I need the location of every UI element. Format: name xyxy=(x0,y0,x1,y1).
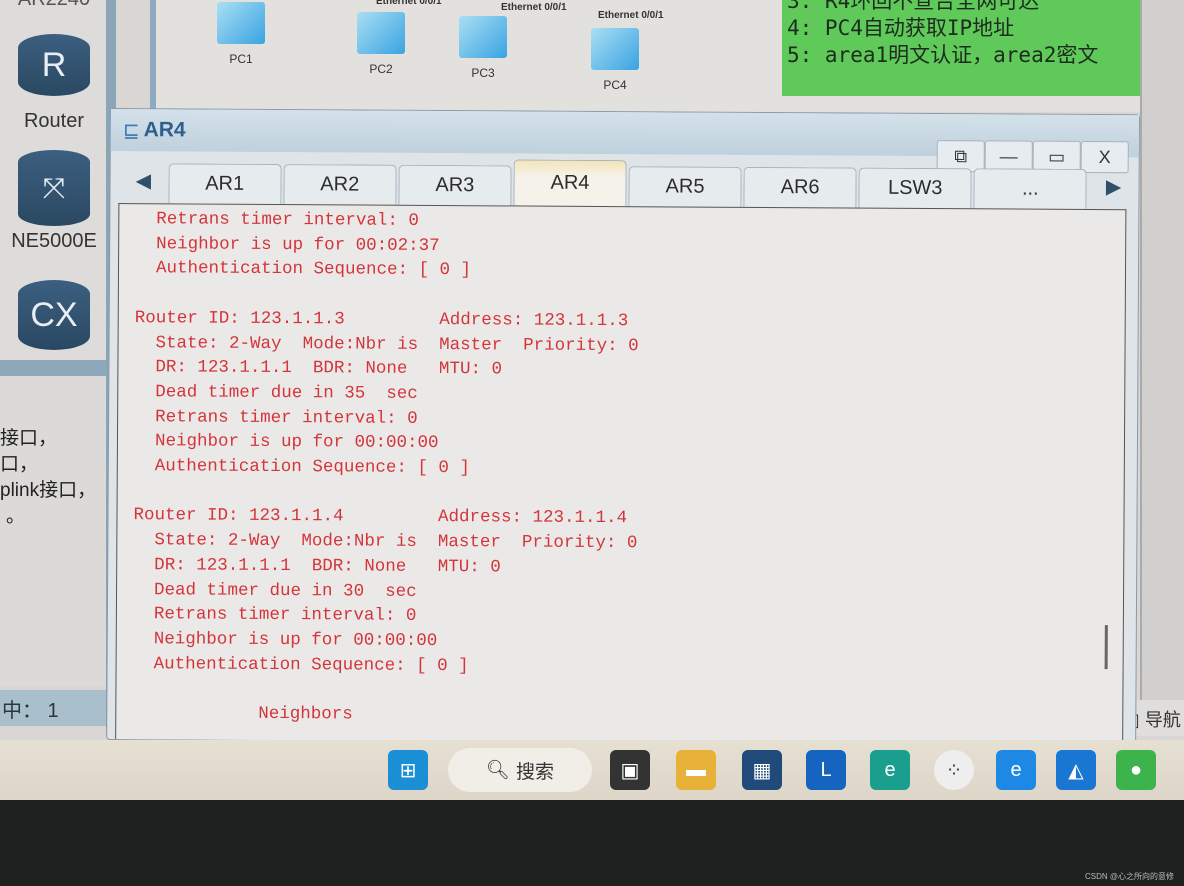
device-description: 接口， 口， plink接口， 。 xyxy=(0,376,108,686)
device-label: AR2240 xyxy=(18,0,90,10)
wechat-icon[interactable]: ● xyxy=(1116,750,1156,790)
pc-label: PC2 xyxy=(369,62,393,76)
pc3-node[interactable]: PC3 xyxy=(448,16,518,80)
right-panel xyxy=(1140,0,1184,730)
tab-ar3[interactable]: AR3 xyxy=(398,164,512,206)
ie-browser-icon[interactable]: e xyxy=(996,750,1036,790)
ar4-console-window: ⊑ AR4 ⧉ — ▭ X ◀ AR1 AR2 AR3 AR4 AR5 AR6 … xyxy=(106,108,1140,747)
pc1-node[interactable]: PC1 xyxy=(206,2,276,66)
pc-icon xyxy=(591,28,639,70)
console-output[interactable]: Retrans timer interval: 0 Neighbor is up… xyxy=(115,203,1127,746)
device-item-ne5000e[interactable]: ⤧ NE5000E xyxy=(0,150,108,253)
ne5000e-router-icon: ⤧ xyxy=(18,150,90,226)
cx-router-icon: CX xyxy=(18,280,90,350)
requirements-note[interactable]: 3: R4环回不宣告全网可达 4: PC4自动获取IP地址 5: area1明文… xyxy=(782,0,1142,96)
note-line: 4: PC4自动获取IP地址 xyxy=(787,16,1015,40)
file-explorer-icon[interactable]: ▬ xyxy=(676,750,716,790)
window-title: AR4 xyxy=(143,118,186,142)
tab-lsw3[interactable]: LSW3 xyxy=(858,167,972,209)
device-tabs: ◀ AR1 AR2 AR3 AR4 AR5 AR6 LSW3 ... ▶ xyxy=(110,153,1138,209)
edge-browser-icon[interactable]: e xyxy=(870,750,910,790)
lark-app-icon[interactable]: ◭ xyxy=(1056,750,1096,790)
device-palette: AR2240 R Router ⤧ NE5000E CX xyxy=(0,0,108,360)
pc4-node[interactable]: PC4 xyxy=(580,28,650,92)
console-scrollbar[interactable] xyxy=(1104,625,1108,670)
search-label: 搜索 xyxy=(516,761,555,783)
pc-icon xyxy=(357,12,405,54)
tab-scroll-left-icon[interactable]: ◀ xyxy=(118,157,168,203)
app-circle-icon[interactable]: ⁘ xyxy=(934,750,974,790)
description-line: plink接口， xyxy=(0,480,97,501)
device-label: Router xyxy=(23,110,85,132)
device-item-router[interactable]: R Router xyxy=(0,34,108,133)
tab-scroll-right-icon[interactable]: ▶ xyxy=(1089,163,1139,209)
windows-taskbar: 🔍︎ 搜索 ⊞ ▣ ▬ ▦ Le ⁘ e ◭ ● xyxy=(0,740,1184,800)
pc-label: PC3 xyxy=(471,66,495,80)
pc-label: PC4 xyxy=(603,78,627,92)
description-line: 口， xyxy=(0,454,39,475)
router-icon: R xyxy=(18,34,90,96)
description-line: 。 xyxy=(6,506,26,527)
pc-icon xyxy=(217,2,265,44)
router-console-icon: ⊑ xyxy=(122,119,140,142)
taskbar-search[interactable]: 🔍︎ 搜索 xyxy=(448,748,592,792)
pc2-node[interactable]: PC2 xyxy=(346,12,416,76)
console-line: Neighbors xyxy=(132,703,353,725)
microsoft-store-icon[interactable]: ▦ xyxy=(742,750,782,790)
selection-status: 中： 1 xyxy=(0,690,108,726)
nav-label: 导航 xyxy=(1144,710,1181,730)
tab-ar6[interactable]: AR6 xyxy=(743,166,857,208)
start-button-icon[interactable]: ⊞ xyxy=(388,750,428,790)
tab-ar1[interactable]: AR1 xyxy=(168,163,282,205)
description-line: 接口， xyxy=(0,428,58,449)
watermark: CSDN @心之所向的意修 xyxy=(1084,872,1174,881)
device-item-cx[interactable]: CX xyxy=(0,280,108,350)
search-icon: 🔍︎ xyxy=(485,760,511,781)
link-label: Ethernet 0/0/1 xyxy=(501,2,567,13)
device-item-ar2240[interactable]: AR2240 xyxy=(0,0,108,11)
screen: AR2240 R Router ⤧ NE5000E CX 接口， 口， plin… xyxy=(0,0,1184,800)
pc-label: PC1 xyxy=(229,52,253,66)
tab-ar4[interactable]: AR4 xyxy=(513,159,627,207)
note-line: 3: R4环回不宣告全网可达 xyxy=(787,0,1040,13)
tab-more[interactable]: ... xyxy=(973,168,1087,209)
device-label: NE5000E xyxy=(11,230,97,252)
note-line: 5: area1明文认证，area2密文 xyxy=(787,43,1099,67)
link-label: Ethernet 0/0/1 xyxy=(598,10,664,21)
security-app-icon[interactable]: L xyxy=(806,750,846,790)
link-label: Ethernet 0/0/1 xyxy=(376,0,442,7)
task-view-icon[interactable]: ▣ xyxy=(610,750,650,790)
tab-ar5[interactable]: AR5 xyxy=(628,166,742,207)
pc-icon xyxy=(459,16,507,58)
tab-ar2[interactable]: AR2 xyxy=(283,164,397,205)
monitor-bezel: CSDN @心之所向的意修 xyxy=(0,800,1184,886)
panel-divider xyxy=(0,360,108,376)
